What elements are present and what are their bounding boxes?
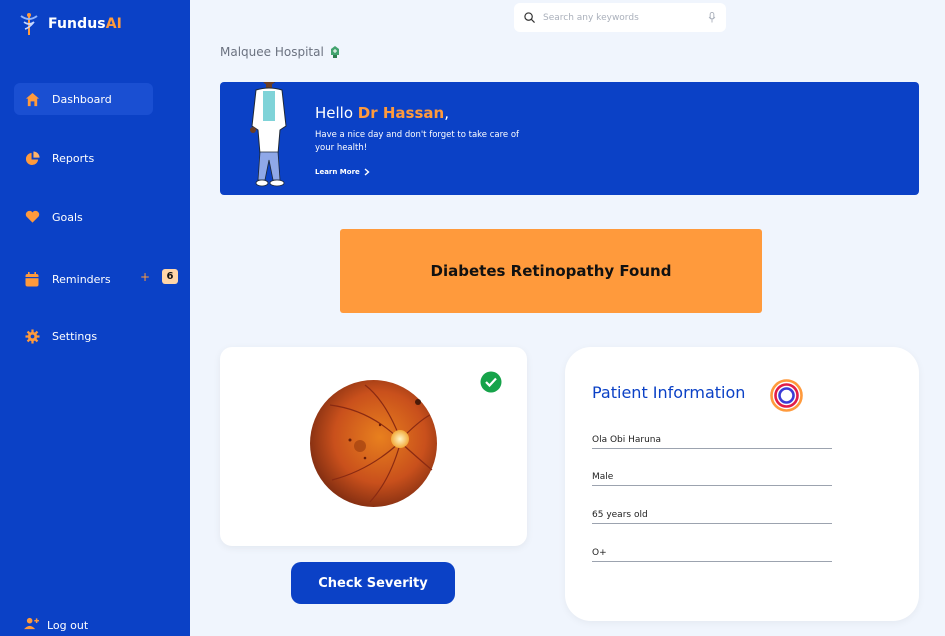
heart-icon (24, 209, 40, 225)
patient-blood-group-field[interactable] (592, 546, 832, 562)
gear-icon (24, 328, 40, 344)
check-circle-icon (480, 371, 502, 393)
sidebar-item-reports[interactable]: Reports (14, 142, 153, 174)
user-logout-icon (24, 617, 39, 633)
greeting-subtitle: Have a nice day and don't forget to take… (315, 130, 520, 153)
retina-fundus-image (310, 380, 437, 507)
sidebar-item-label: Reports (52, 151, 95, 165)
calendar-icon (24, 271, 40, 287)
learn-more-link[interactable]: Learn More (315, 168, 370, 176)
hospital-name: Malquee Hospital (220, 45, 340, 59)
greeting-heading: Hello Dr Hassan, (315, 104, 449, 122)
sidebar-item-settings[interactable]: Settings (14, 320, 153, 352)
sidebar-item-goals[interactable]: Goals (14, 201, 153, 233)
patient-gender-field[interactable] (592, 470, 832, 486)
sidebar-item-reminders[interactable]: Reminders (14, 263, 153, 295)
sidebar-item-label: Goals (52, 210, 83, 224)
reminder-count-badge: 6 (162, 269, 178, 284)
fundus-image-card (220, 347, 527, 546)
logout-label: Log out (47, 618, 89, 632)
search-bar[interactable] (514, 3, 726, 32)
hospital-icon (330, 46, 339, 58)
app-logo[interactable]: FundusAI (18, 12, 122, 36)
sidebar-item-label: Dashboard (52, 92, 112, 106)
search-input[interactable] (543, 12, 700, 23)
sidebar-item-dashboard[interactable]: Dashboard (14, 83, 153, 115)
target-icon (770, 379, 803, 412)
patient-info-card: Patient Information (565, 347, 919, 621)
microphone-icon[interactable] (708, 12, 716, 23)
sidebar-item-label: Reminders (52, 272, 111, 286)
search-icon (524, 12, 535, 23)
hospital-label: Malquee Hospital (220, 45, 324, 59)
app-name: FundusAI (48, 16, 122, 32)
learn-more-label: Learn More (315, 168, 360, 176)
sidebar: FundusAI Dashboard Reports Goals Reminde… (0, 0, 190, 636)
welcome-banner: Hello Dr Hassan, Have a nice day and don… (220, 82, 919, 195)
home-icon (24, 91, 40, 107)
caduceus-logo-icon (20, 13, 38, 35)
add-reminder-button[interactable]: + (140, 270, 150, 284)
chevron-right-icon (364, 168, 370, 176)
logout-button[interactable]: Log out (24, 617, 88, 633)
patient-info-title: Patient Information (592, 383, 746, 402)
diagnosis-result-banner: Diabetes Retinopathy Found (340, 229, 762, 313)
patient-age-field[interactable] (592, 508, 832, 524)
pie-chart-icon (24, 150, 40, 166)
check-severity-button[interactable]: Check Severity (291, 562, 455, 604)
doctor-illustration (250, 82, 287, 187)
patient-name-field[interactable] (592, 433, 832, 449)
sidebar-item-label: Settings (52, 329, 98, 343)
